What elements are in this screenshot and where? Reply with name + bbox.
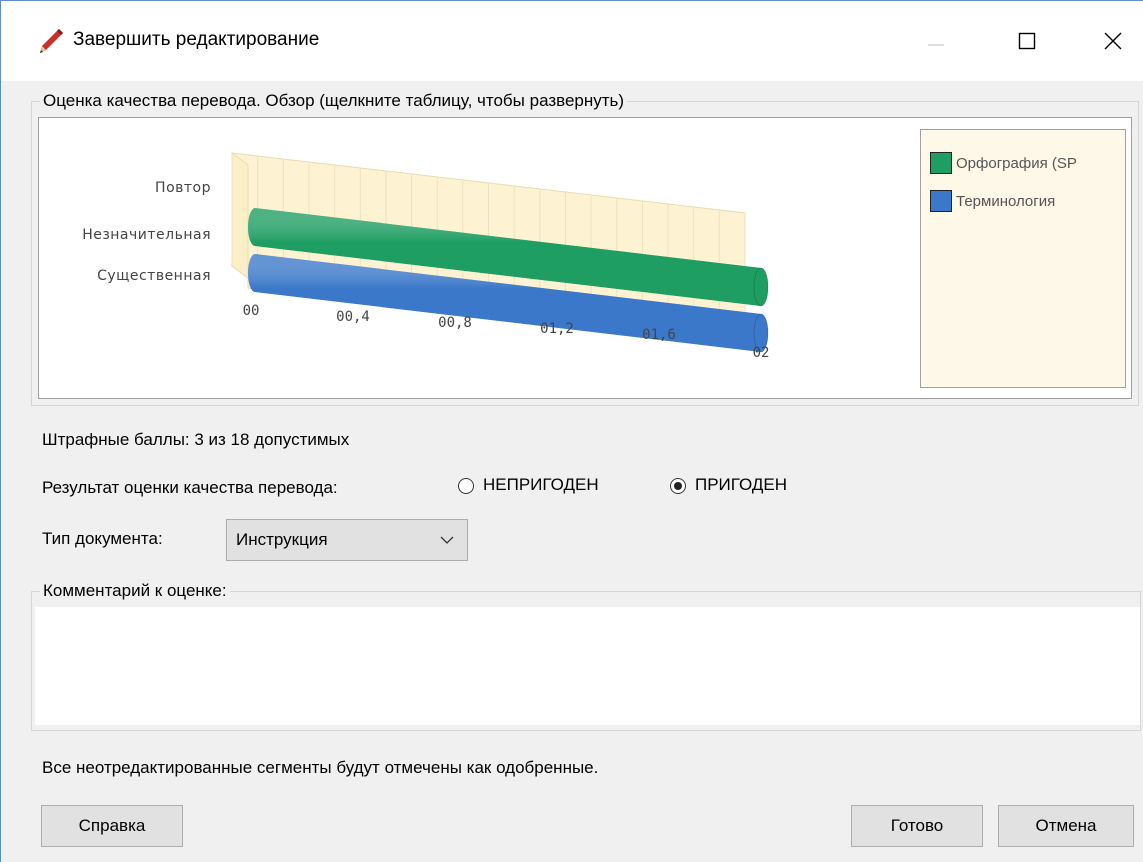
doc-type-select[interactable]: Инструкция [226, 519, 468, 561]
x-tick-label: 00 [243, 303, 260, 319]
x-tick-label: 00,4 [336, 309, 370, 325]
x-tick-label: 01,6 [642, 327, 676, 343]
chevron-down-icon [440, 536, 454, 544]
radio-pass-label[interactable]: ПРИГОДЕН [695, 475, 787, 495]
chart-legend: Орфография (SP Терминология [920, 129, 1126, 388]
bar-cap [753, 267, 769, 307]
minimize-button[interactable] [906, 11, 966, 71]
comment-textarea[interactable] [35, 607, 1140, 725]
legend-label: Орфография (SP [956, 154, 1077, 172]
close-icon [1104, 32, 1122, 50]
footer-note: Все неотредактированные сегменты будут о… [42, 758, 599, 777]
title-bar: Завершить редактирование [1, 1, 1143, 81]
pencil-icon [40, 29, 63, 53]
penalty-text: Штрафные баллы: 3 из 18 допустимых [42, 430, 350, 449]
comment-legend: Комментарий к оценке: [40, 581, 230, 601]
legend-swatch [930, 152, 952, 174]
legend-label: Терминология [956, 192, 1056, 210]
x-tick-label: 01,2 [540, 321, 574, 337]
qa-chart[interactable]: Повтор Незначительная Существенная 00 00,4 00… [38, 117, 1132, 399]
qa-chart-plot: Повтор Незначительная Существенная 00 00,4 00… [82, 152, 770, 361]
legend-item-spelling: Орфография (SP [930, 152, 1077, 174]
legend-item-terminology: Терминология [930, 190, 1055, 212]
done-button[interactable]: Готово [851, 805, 983, 847]
legend-swatch [930, 190, 952, 212]
radio-fail-label[interactable]: НЕПРИГОДЕН [483, 475, 599, 495]
finish-editing-dialog: Завершить редактирование Оценка качества… [0, 0, 1143, 862]
qa-overview-legend: Оценка качества перевода. Обзор (щелкнит… [40, 91, 628, 111]
maximize-icon [1018, 32, 1036, 50]
category-label: Повтор [155, 180, 211, 196]
doc-type-label: Тип документа: [42, 529, 163, 548]
cancel-button[interactable]: Отмена [998, 805, 1134, 847]
qa-result-label: Результат оценки качества перевода: [42, 478, 338, 497]
radio-fail[interactable] [458, 478, 474, 494]
category-label: Незначительная [82, 227, 211, 243]
maximize-button[interactable] [997, 11, 1057, 71]
chart-side-wall [231, 152, 249, 279]
window-title: Завершить редактирование [73, 29, 320, 50]
close-button[interactable] [1083, 11, 1143, 71]
help-button[interactable]: Справка [41, 805, 183, 847]
x-tick-label: 00,8 [438, 315, 472, 331]
doc-type-value: Инструкция [236, 530, 328, 549]
radio-pass[interactable] [670, 478, 686, 494]
minimize-icon [928, 44, 944, 46]
category-label: Существенная [97, 268, 211, 284]
x-tick-label: 02 [753, 345, 770, 361]
